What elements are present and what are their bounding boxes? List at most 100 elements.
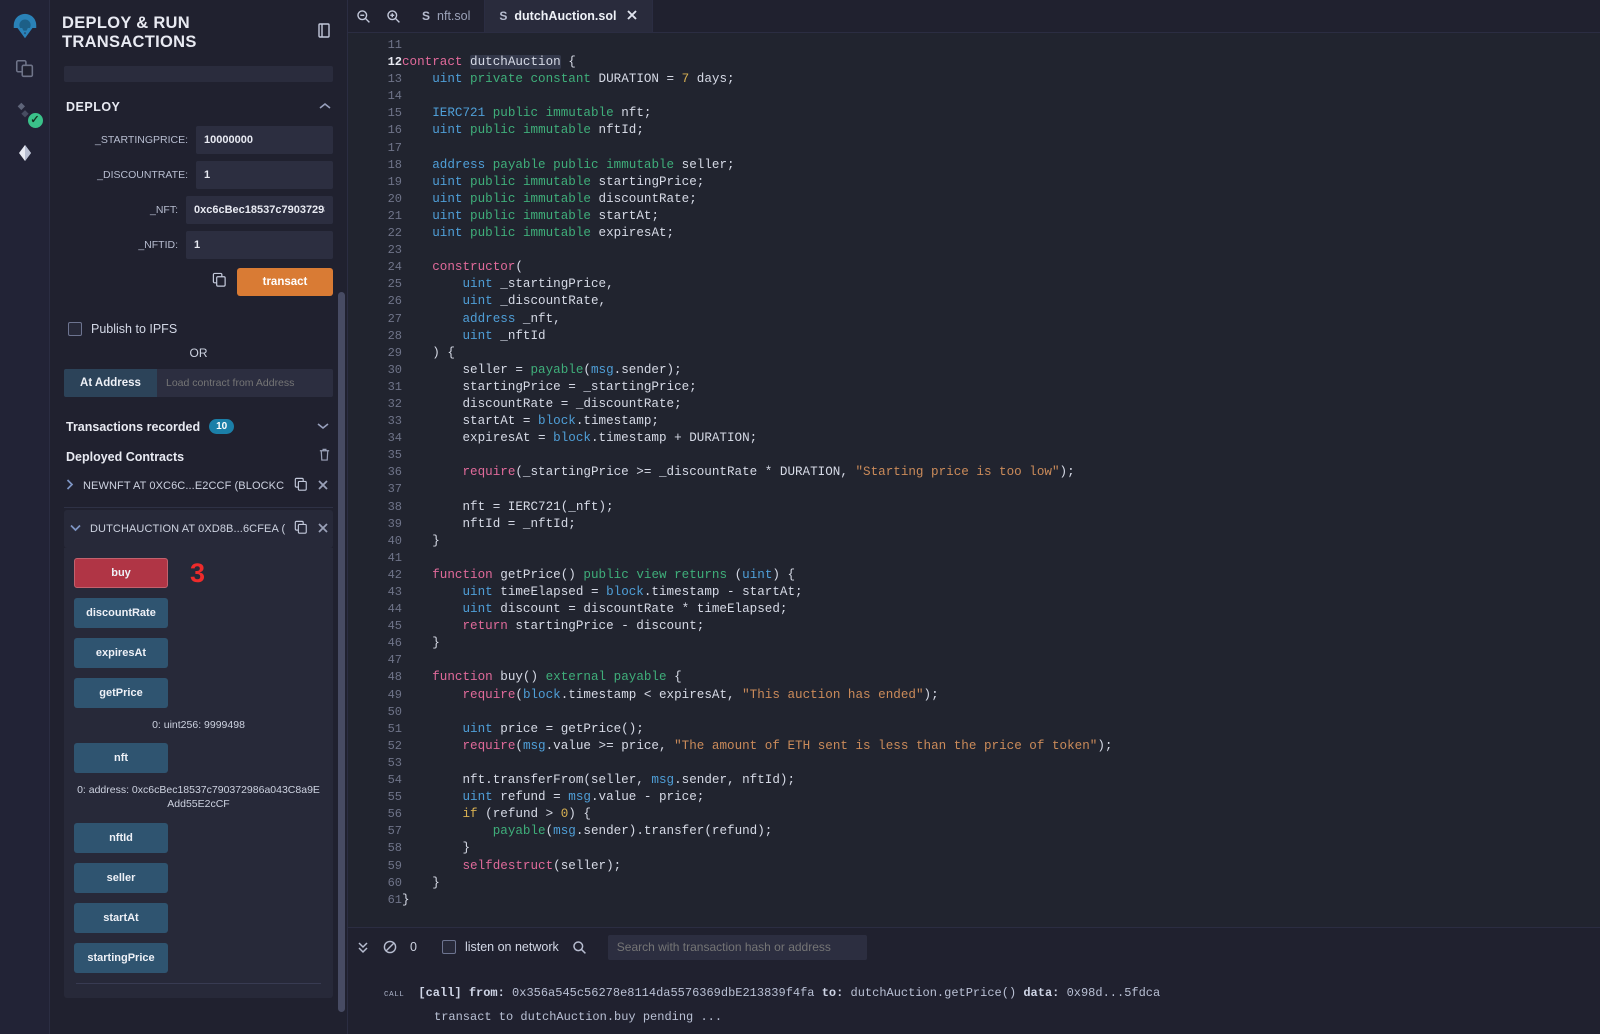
log-from-value: 0x356a545c56278e8114da5576369dbE213839f4… xyxy=(512,986,815,1000)
transact-button[interactable]: transact xyxy=(237,268,333,296)
transactions-recorded-row[interactable]: Transactions recorded 10 xyxy=(66,419,333,434)
chevron-up-icon[interactable] xyxy=(319,101,331,113)
code-line: startingPrice = _startingPrice; xyxy=(402,379,697,394)
log-data-label: data: xyxy=(1023,986,1060,1000)
line-number: 14 xyxy=(387,89,402,104)
code-editor[interactable]: 11 12 13 14 15 16 17 18 19 20 21 22 23 24 25 26 27 28 29 30… xyxy=(348,33,1600,927)
code-line: address _nft, xyxy=(462,311,561,326)
code-line: uint discount = discountRate * timeElaps… xyxy=(462,602,788,617)
copy-icon[interactable] xyxy=(212,272,227,293)
terminal-panel: 0 listen on network CALL [call] xyxy=(348,927,1600,1034)
field-label: _DISCOUNTRATE: xyxy=(97,169,188,181)
code-line: contract dutchAuction { xyxy=(402,55,576,70)
deploy-section-header[interactable]: DEPLOY xyxy=(64,96,333,126)
deployed-contract-dutchauction[interactable]: DUTCHAUCTION AT 0XD8B...6CFEA ( xyxy=(64,510,333,548)
listen-on-network-row[interactable]: listen on network xyxy=(441,940,559,954)
close-icon[interactable] xyxy=(626,9,638,24)
zoom-out-icon[interactable] xyxy=(348,0,378,32)
nft-address-input[interactable] xyxy=(186,196,333,224)
transactions-recorded-count: 10 xyxy=(209,419,235,434)
code-line: } xyxy=(402,841,471,856)
tab-nft-sol[interactable]: S nft.sol xyxy=(408,0,486,32)
line-number: 42 xyxy=(387,567,402,582)
line-number: 40 xyxy=(387,533,402,548)
deploy-run-icon[interactable] xyxy=(3,132,47,174)
field-row: _STARTINGPRICE: xyxy=(64,126,333,154)
tab-dutchauction-sol[interactable]: S dutchAuction.sol xyxy=(485,0,654,32)
log-data-value: 0x98d...5fdca xyxy=(1066,986,1161,1000)
chevron-right-icon[interactable] xyxy=(66,479,74,493)
divider xyxy=(76,982,321,984)
function-button-seller[interactable]: seller xyxy=(74,862,168,893)
code-line: function buy() external payable { xyxy=(432,670,682,685)
line-number: 53 xyxy=(387,755,402,770)
code-line: payable(msg.sender).transfer(refund); xyxy=(492,824,773,839)
line-number: 35 xyxy=(387,448,402,463)
code-line: nftId = _nftId; xyxy=(402,516,576,531)
function-row-startat: startAt xyxy=(64,902,333,933)
function-button-nftid[interactable]: nftId xyxy=(74,822,168,853)
line-number: 16 xyxy=(387,123,402,138)
chevrons-down-icon[interactable] xyxy=(356,940,370,954)
code-line: uint public immutable expiresAt; xyxy=(432,226,675,241)
panel-scrollbar[interactable] xyxy=(338,292,345,1012)
copy-icon[interactable] xyxy=(294,477,308,495)
line-number: 18 xyxy=(387,157,402,172)
function-button-buy[interactable]: buy xyxy=(74,558,168,588)
function-button-nft[interactable]: nft xyxy=(74,743,168,774)
tab-label: dutchAuction.sol xyxy=(514,9,617,23)
copy-icon[interactable] xyxy=(294,520,308,538)
close-icon[interactable] xyxy=(317,522,329,537)
line-number: 56 xyxy=(387,807,402,822)
line-number: 60 xyxy=(387,875,402,890)
line-number: 48 xyxy=(387,670,402,685)
line-number: 36 xyxy=(387,465,402,480)
activity-bar: ✓ xyxy=(0,0,50,1034)
close-icon[interactable] xyxy=(317,479,329,494)
terminal-search-input[interactable] xyxy=(607,934,867,960)
function-button-discountrate[interactable]: discountRate xyxy=(74,598,168,628)
chevron-down-icon[interactable] xyxy=(70,523,81,535)
listen-on-network-checkbox[interactable] xyxy=(441,940,456,954)
or-separator: OR xyxy=(189,346,208,360)
zoom-in-icon[interactable] xyxy=(378,0,408,32)
remix-logo-icon[interactable] xyxy=(3,6,47,48)
field-row: _NFTID: xyxy=(64,231,333,259)
publish-ipfs-row[interactable]: Publish to IPFS xyxy=(68,322,333,336)
function-row-buy: buy 3 xyxy=(64,558,333,588)
deployed-contract-newnft[interactable]: NEWNFT AT 0XC6C...E2CCF (BLOCKC xyxy=(64,467,333,505)
code-line: } xyxy=(402,533,440,548)
ban-icon[interactable] xyxy=(383,940,397,954)
at-address-button[interactable]: At Address xyxy=(64,369,157,397)
code-line: startAt = block.timestamp; xyxy=(402,414,659,429)
log-entry[interactable]: CALL [call] from: 0x356a545c56278e8114da… xyxy=(384,986,1600,1000)
solidity-compiler-icon[interactable]: ✓ xyxy=(3,90,47,132)
nftid-input[interactable] xyxy=(186,231,333,259)
terminal-log: CALL [call] from: 0x356a545c56278e8114da… xyxy=(348,966,1600,1024)
notebook-icon[interactable] xyxy=(317,23,331,43)
line-number: 26 xyxy=(387,294,402,309)
function-button-startingprice[interactable]: startingPrice xyxy=(74,942,168,973)
panel-top-input[interactable] xyxy=(64,66,333,82)
function-button-getprice[interactable]: getPrice xyxy=(74,678,168,708)
line-number: 58 xyxy=(387,841,402,856)
at-address-input[interactable] xyxy=(157,369,333,397)
code-line: require(_startingPrice >= _discountRate … xyxy=(462,465,1075,480)
code-content[interactable]: contract dutchAuction { uint private con… xyxy=(402,37,1600,909)
search-icon[interactable] xyxy=(572,940,587,955)
publish-ipfs-checkbox[interactable] xyxy=(68,322,82,336)
trash-icon[interactable] xyxy=(318,447,331,467)
line-number: 46 xyxy=(387,636,402,651)
chevron-down-icon[interactable] xyxy=(317,421,329,433)
function-button-startat[interactable]: startAt xyxy=(74,902,168,933)
function-result-getprice: 0: uint256: 9999498 xyxy=(152,719,245,731)
function-button-expiresat[interactable]: expiresAt xyxy=(74,638,168,668)
line-number: 25 xyxy=(387,277,402,292)
line-number: 20 xyxy=(387,191,402,206)
startingprice-input[interactable] xyxy=(196,126,333,154)
file-explorer-icon[interactable] xyxy=(3,48,47,90)
contract-name: DUTCHAUCTION AT 0XD8B...6CFEA ( xyxy=(90,523,285,535)
discountrate-input[interactable] xyxy=(196,161,333,189)
line-number: 45 xyxy=(387,619,402,634)
